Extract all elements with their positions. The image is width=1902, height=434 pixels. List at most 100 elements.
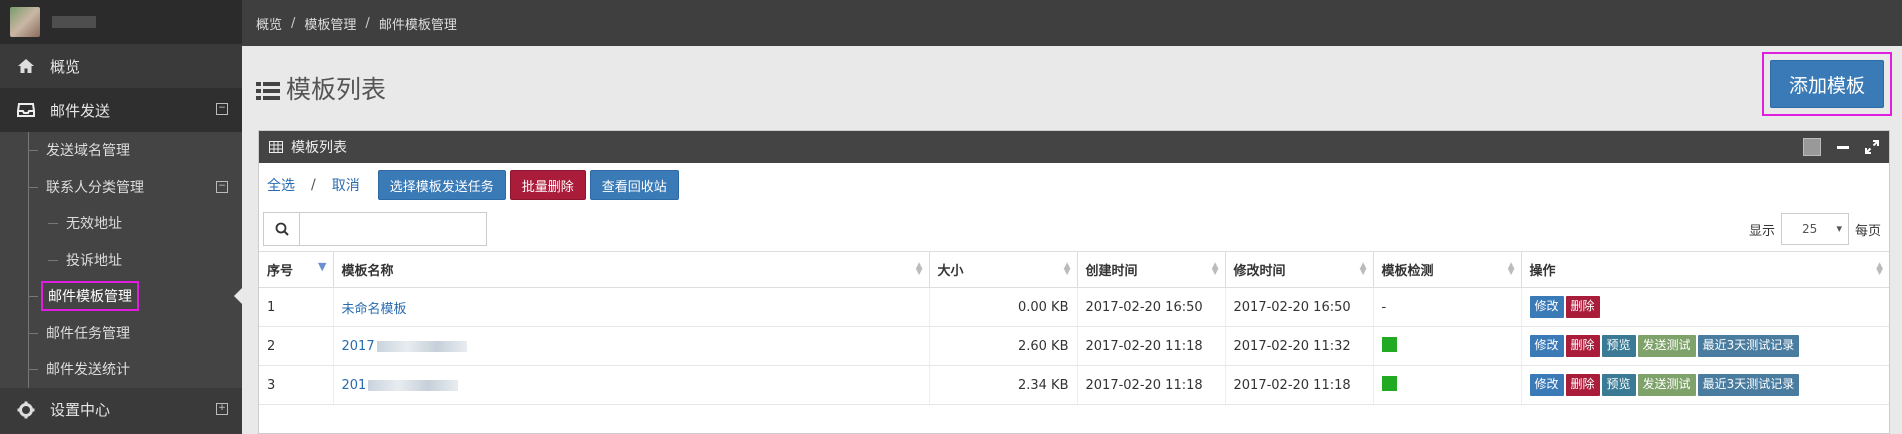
search-box bbox=[263, 212, 487, 246]
search-input[interactable] bbox=[300, 213, 486, 245]
sidebar-item-statistics[interactable]: 邮件发送统计 bbox=[0, 351, 242, 388]
cell-name: 未命名模板 bbox=[333, 287, 930, 327]
col-header-no[interactable]: 序号 ▼ bbox=[259, 251, 334, 288]
edit-button[interactable]: 修改 bbox=[1529, 374, 1564, 396]
table-icon bbox=[269, 141, 283, 153]
username-blurred bbox=[52, 16, 96, 28]
sort-icon: ▲ ▼ bbox=[1063, 261, 1071, 277]
sidebar-item-contact-groups[interactable]: 联系人分类管理 − bbox=[0, 169, 242, 206]
cell-no: 2 bbox=[259, 326, 334, 366]
blurred-text bbox=[368, 379, 459, 391]
breadcrumb-template-management[interactable]: 模板管理 bbox=[304, 14, 356, 33]
breadcrumb-current: 邮件模板管理 bbox=[378, 17, 457, 33]
select-all-link[interactable]: 全选 bbox=[267, 175, 295, 195]
col-header-created[interactable]: 创建时间 ▲ ▼ bbox=[1077, 251, 1226, 288]
col-header-actions[interactable]: 操作 ▲ ▼ bbox=[1521, 251, 1889, 288]
blurred-text bbox=[376, 340, 467, 352]
collapse-icon[interactable]: − bbox=[216, 103, 228, 115]
sidebar-item-overview[interactable]: 概览 bbox=[0, 44, 242, 88]
add-template-highlight: 添加模板 bbox=[1762, 52, 1892, 116]
breadcrumb: 概览 / 模板管理 / 邮件模板管理 bbox=[242, 0, 1902, 46]
main-content: 模板列表 添加模板 模板列表 全选 / 取消 选择模板发送任务 批量删除 查看回 bbox=[242, 46, 1902, 434]
minimize-icon[interactable] bbox=[1837, 145, 1849, 149]
sort-icon: ▲ ▼ bbox=[1359, 261, 1367, 277]
home-icon bbox=[16, 57, 36, 75]
brand bbox=[0, 0, 242, 44]
preview-button[interactable]: 预览 bbox=[1601, 374, 1636, 396]
template-name-link[interactable]: 2017 bbox=[342, 339, 375, 354]
sidebar-item-tasks[interactable]: 邮件任务管理 bbox=[0, 315, 242, 352]
avatar[interactable] bbox=[10, 7, 40, 37]
cell-created: 2017-02-20 11:18 bbox=[1077, 326, 1226, 366]
box-tools bbox=[1803, 138, 1879, 156]
table-header-row: 序号 ▼ 模板名称 ▲ ▼ 大小 ▲ ▼ 创建时间 ▲ ▼ 修改时间 ▲ ▼ 模板检测 ▲ ▼ 操作 ▲… bbox=[259, 251, 1889, 288]
sort-icon: ▲ ▼ bbox=[1211, 261, 1219, 277]
sort-icon: ▲ ▼ bbox=[915, 261, 923, 277]
send-test-button[interactable]: 发送测试 bbox=[1637, 374, 1696, 396]
col-header-name[interactable]: 模板名称 ▲ ▼ bbox=[333, 251, 930, 288]
sidebar-item-domain[interactable]: 发送域名管理 bbox=[0, 132, 242, 169]
preview-button[interactable]: 预览 bbox=[1601, 335, 1636, 357]
fullscreen-icon[interactable] bbox=[1865, 140, 1879, 154]
box-header: 模板列表 bbox=[259, 131, 1889, 163]
box-title: 模板列表 bbox=[291, 140, 347, 156]
cell-size: 2.60 KB bbox=[929, 326, 1078, 366]
submenu-mail-send: 发送域名管理 联系人分类管理 − 无效地址 投诉地址 邮件模板管理 邮件任务管理 … bbox=[0, 132, 242, 388]
sidebar-item-complaint-addresses[interactable]: 投诉地址 bbox=[0, 242, 242, 279]
template-name-link[interactable]: 201 bbox=[342, 378, 367, 393]
template-name-link[interactable]: 未命名模板 bbox=[342, 302, 407, 317]
sidebar-item-settings[interactable]: 设置中心 + bbox=[0, 388, 242, 432]
list-icon bbox=[256, 78, 280, 100]
expand-icon[interactable]: + bbox=[216, 402, 228, 415]
gear-icon bbox=[16, 401, 36, 419]
cell-check bbox=[1373, 326, 1522, 366]
cell-actions: 修改 删除 bbox=[1521, 287, 1889, 327]
col-header-size[interactable]: 大小 ▲ ▼ bbox=[929, 251, 1078, 288]
add-template-button[interactable]: 添加模板 bbox=[1770, 60, 1884, 108]
cancel-selection-link[interactable]: 取消 bbox=[332, 175, 360, 195]
cell-size: 2.34 KB bbox=[929, 365, 1078, 405]
page-title: 模板列表 bbox=[256, 70, 386, 106]
cell-modified: 2017-02-20 11:32 bbox=[1225, 326, 1374, 366]
sidebar-item-templates[interactable]: 邮件模板管理 bbox=[0, 278, 242, 315]
bulk-actions: 全选 / 取消 选择模板发送任务 批量删除 查看回收站 bbox=[259, 163, 1889, 207]
send-test-button[interactable]: 发送测试 bbox=[1637, 335, 1696, 357]
sidebar-item-invalid-addresses[interactable]: 无效地址 bbox=[0, 205, 242, 242]
edit-button[interactable]: 修改 bbox=[1529, 335, 1564, 357]
recycle-bin-button[interactable]: 查看回收站 bbox=[589, 170, 679, 200]
page-size-control: 显示 25 每页 bbox=[1749, 213, 1881, 245]
sidebar: 概览 邮件发送 − 发送域名管理 联系人分类管理 − 无效地址 投诉地址 邮件模板… bbox=[0, 0, 242, 434]
cell-created: 2017-02-20 11:18 bbox=[1077, 365, 1226, 405]
batch-delete-button[interactable]: 批量删除 bbox=[509, 170, 586, 200]
template-list-box: 模板列表 全选 / 取消 选择模板发送任务 批量删除 查看回收站 显示 25 ▾… bbox=[258, 130, 1890, 434]
choose-task-button[interactable]: 选择模板发送任务 bbox=[377, 170, 506, 200]
recent-test-log-button[interactable]: 最近3天测试记录 bbox=[1697, 374, 1800, 396]
cell-check bbox=[1373, 365, 1522, 405]
cell-modified: 2017-02-20 16:50 bbox=[1225, 287, 1374, 327]
cell-no: 1 bbox=[259, 287, 334, 327]
collapse-icon[interactable]: − bbox=[216, 180, 228, 193]
color-picker-icon[interactable] bbox=[1803, 138, 1821, 156]
breadcrumb-overview[interactable]: 概览 bbox=[256, 14, 282, 33]
col-header-check[interactable]: 模板检测 ▲ ▼ bbox=[1373, 251, 1522, 288]
col-header-modified[interactable]: 修改时间 ▲ ▼ bbox=[1225, 251, 1374, 288]
delete-button[interactable]: 删除 bbox=[1565, 335, 1600, 357]
sort-icon: ▲ ▼ bbox=[1876, 261, 1883, 277]
cell-name: 201 bbox=[333, 365, 930, 405]
sidebar-item-mail-send[interactable]: 邮件发送 − bbox=[0, 88, 242, 132]
cell-created: 2017-02-20 16:50 bbox=[1077, 287, 1226, 327]
delete-button[interactable]: 删除 bbox=[1565, 374, 1600, 396]
cell-modified: 2017-02-20 11:18 bbox=[1225, 365, 1374, 405]
cell-no: 3 bbox=[259, 365, 334, 405]
sidebar-item-label: 设置中心 bbox=[50, 401, 111, 419]
cell-check: - bbox=[1373, 287, 1522, 327]
recent-test-log-button[interactable]: 最近3天测试记录 bbox=[1697, 335, 1800, 357]
page-size-select[interactable]: 25 bbox=[1780, 213, 1849, 245]
filters: 显示 25 每页 bbox=[259, 207, 1889, 251]
edit-button[interactable]: 修改 bbox=[1529, 296, 1564, 318]
template-table: 序号 ▼ 模板名称 ▲ ▼ 大小 ▲ ▼ 创建时间 ▲ ▼ 修改时间 ▲ ▼ 模板检测 ▲ ▼ 操作 ▲… bbox=[259, 251, 1889, 405]
delete-button[interactable]: 删除 bbox=[1565, 296, 1600, 318]
cell-actions: 修改 删除 预览 发送测试 最近3天测试记录 bbox=[1521, 365, 1889, 405]
table-row: 3 201 2.34 KB 2017-02-20 11:18 2017-02-2… bbox=[259, 365, 1889, 405]
sort-desc-icon: ▼ bbox=[318, 260, 327, 273]
